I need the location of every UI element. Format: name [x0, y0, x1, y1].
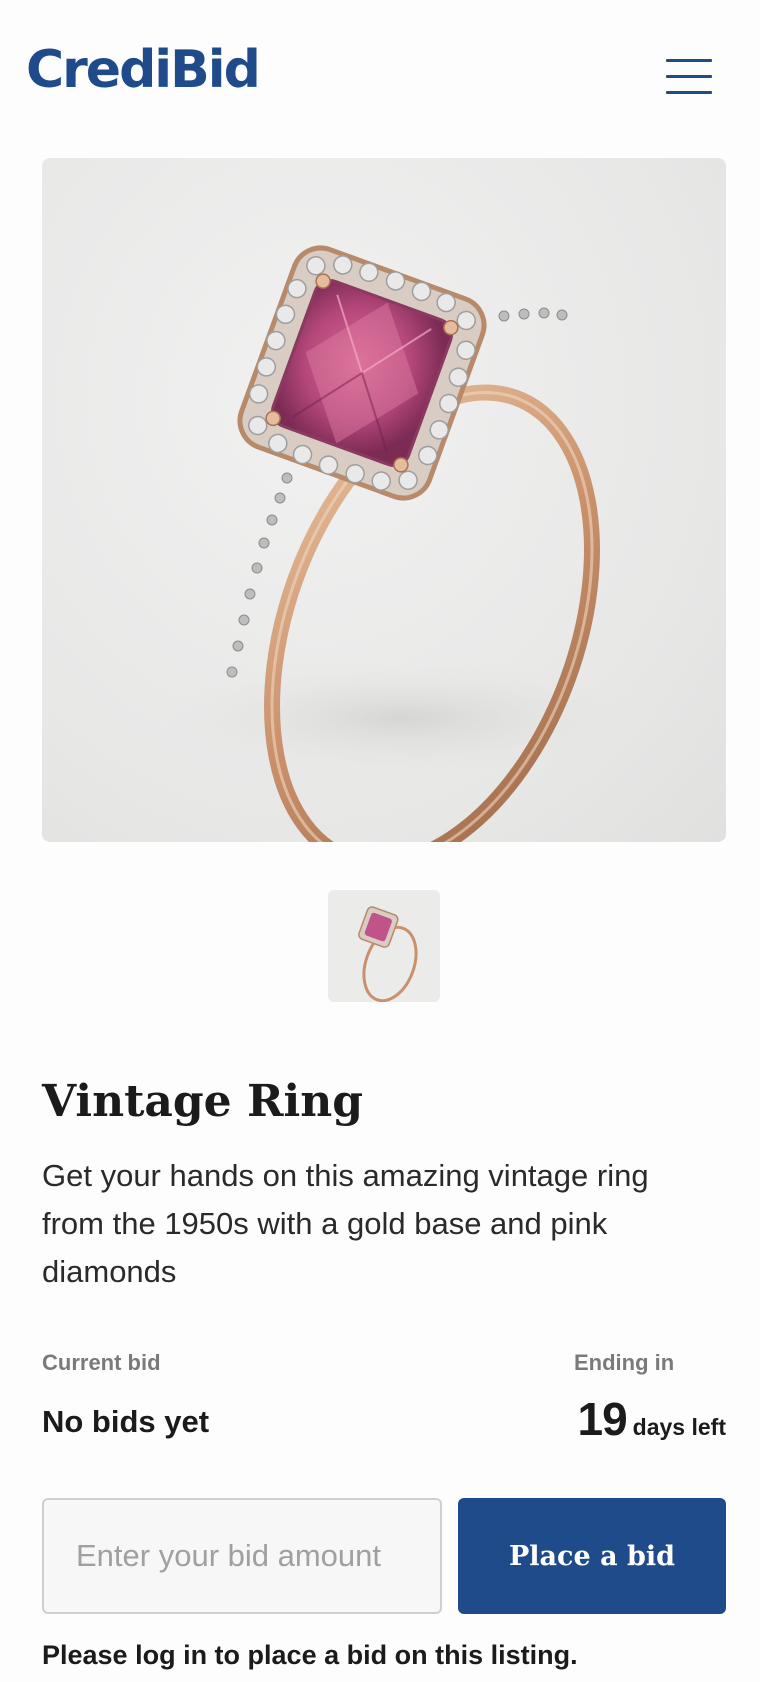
main-product-image[interactable]	[42, 158, 726, 842]
ending-in-label: Ending in	[574, 1350, 675, 1375]
listing-title: Vintage Ring	[42, 1076, 364, 1127]
bid-amount-input[interactable]	[42, 1498, 442, 1614]
menu-bar	[666, 75, 712, 78]
login-required-note: Please log in to place a bid on this lis…	[42, 1640, 578, 1670]
place-bid-button[interactable]: Place a bid	[458, 1498, 726, 1614]
current-bid-label: Current bid	[42, 1350, 161, 1375]
ring-thumbnail-icon	[358, 906, 418, 1002]
hamburger-menu-icon[interactable]	[664, 56, 714, 98]
current-bid-value: No bids yet	[42, 1404, 210, 1439]
days-remaining-number: 19	[577, 1393, 628, 1445]
listing-description: Get your hands on this amazing vintage r…	[42, 1158, 649, 1289]
credibid-logo[interactable]: CrediBid	[26, 44, 261, 96]
menu-bar	[666, 91, 712, 94]
site-header: CrediBid	[0, 0, 760, 150]
time-remaining: 19 days left	[578, 1392, 727, 1446]
ring-photo	[152, 245, 652, 842]
menu-bar	[666, 59, 712, 62]
image-thumbnail[interactable]	[328, 890, 440, 1002]
days-remaining-unit: days left	[632, 1414, 726, 1440]
